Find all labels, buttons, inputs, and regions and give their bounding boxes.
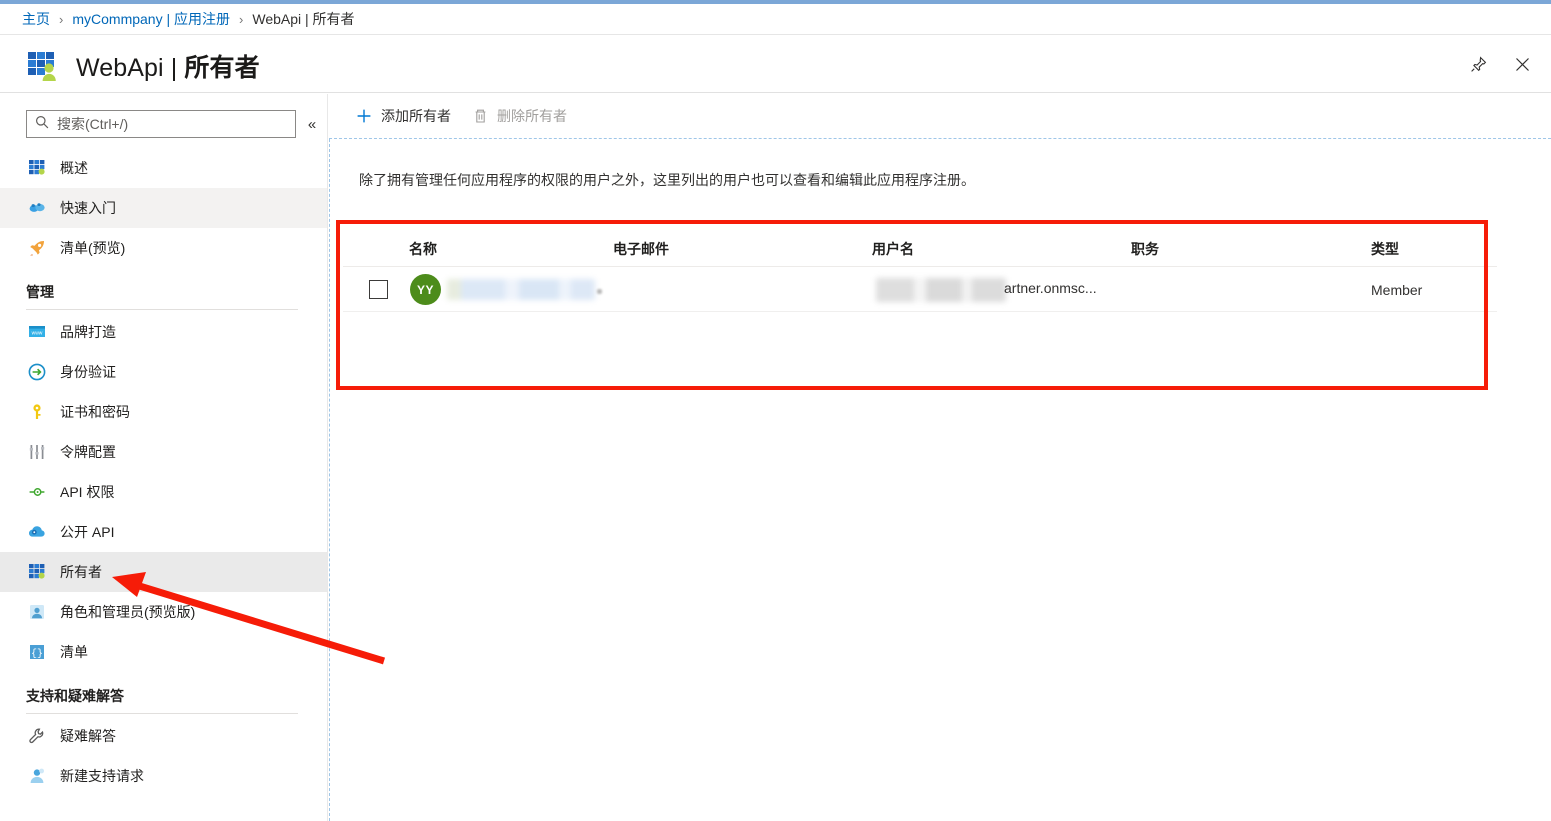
sidebar-item-manifest[interactable]: {} 清单 (0, 632, 327, 672)
sidebar-item-label: API 权限 (60, 484, 115, 500)
command-bar: 添加所有者 删除所有者 (329, 94, 1551, 139)
page-title-bold: 所有者 (184, 54, 260, 82)
sidebar-item-label: 身份验证 (60, 364, 116, 380)
sidebar-item-troubleshooting[interactable]: 疑难解答 (0, 716, 327, 756)
rocket-icon (26, 238, 48, 258)
cell-type: Member (1371, 281, 1423, 298)
sidebar-item-branding[interactable]: www 品牌打造 (0, 312, 327, 352)
owners-table-header: 名称 电子邮件 用户名 职务 类型 (343, 225, 1497, 267)
svg-text:{}: {} (31, 648, 43, 660)
sidebar-item-label: 新建支持请求 (60, 768, 144, 784)
page-title: WebApi | 所有者 (76, 48, 260, 84)
sidebar-item-quickstart[interactable]: 快速入门 (0, 188, 327, 228)
breadcrumb-home[interactable]: 主页 (22, 9, 50, 29)
quickstart-cloud-icon (26, 198, 48, 218)
svg-text:www: www (32, 331, 43, 337)
pin-icon[interactable] (1463, 49, 1493, 79)
sidebar-item-overview[interactable]: 概述 (0, 148, 327, 188)
token-sliders-icon (26, 442, 48, 462)
breadcrumb-separator-icon: › (59, 11, 64, 27)
sidebar-item-label: 清单 (60, 644, 88, 660)
sidebar-group-title-support: 支持和疑难解答 (26, 688, 124, 704)
plus-icon (356, 108, 372, 124)
add-owner-label: 添加所有者 (381, 108, 451, 124)
sidebar-item-label: 角色和管理员(预览版) (60, 604, 196, 620)
blade-header-actions (1463, 49, 1537, 79)
sidebar-item-label: 公开 API (60, 524, 115, 540)
sidebar-group-divider-2 (26, 713, 298, 714)
sidebar-item-label: 快速入门 (60, 200, 116, 216)
roles-admins-icon (26, 602, 48, 622)
owners-table: 名称 电子邮件 用户名 职务 类型 YY artner.onmsc... Mem… (343, 225, 1497, 393)
search-input[interactable] (55, 115, 289, 133)
column-header-type[interactable]: 类型 (1371, 239, 1399, 259)
redacted-name-value (447, 279, 595, 300)
branding-icon: www (26, 322, 48, 342)
sidebar-item-certificates-secrets[interactable]: 证书和密码 (0, 392, 327, 432)
delete-owner-label: 删除所有者 (497, 108, 567, 124)
manifest-icon: {} (26, 642, 48, 662)
sidebar-item-token-configuration[interactable]: 令牌配置 (0, 432, 327, 472)
key-icon (26, 402, 48, 422)
sidebar-nav-list: 概述 快速入门 清单(预览) 管理 www 品牌打造 身份验证 证书和密码 令牌… (0, 148, 327, 796)
wrench-icon (26, 726, 48, 746)
sidebar-item-label: 概述 (60, 160, 88, 176)
content-pane: 添加所有者 删除所有者 除了拥有管理任何应用程序的权限的用户之外，这里列出的用户… (329, 94, 1551, 821)
column-header-name[interactable]: 名称 (409, 239, 437, 259)
username-suffix: artner.onmsc... (1004, 280, 1097, 296)
sidebar-item-label: 品牌打造 (60, 324, 116, 340)
sidebar-item-label: 所有者 (60, 564, 102, 580)
sidebar-item-new-support-request[interactable]: 新建支持请求 (0, 756, 327, 796)
redacted-username-value (876, 278, 1006, 302)
redacted-name-trailing-dot (597, 289, 602, 294)
table-row[interactable]: YY artner.onmsc... Member (343, 267, 1497, 312)
owners-icon (26, 562, 48, 582)
page-title-main: WebApi | (76, 54, 185, 82)
support-person-icon (26, 766, 48, 786)
owners-description: 除了拥有管理任何应用程序的权限的用户之外，这里列出的用户也可以查看和编辑此应用程… (359, 172, 975, 188)
sidebar-item-label: 疑难解答 (60, 728, 116, 744)
search-icon (35, 115, 49, 134)
sidebar-item-label: 清单(预览) (60, 240, 126, 256)
blade-header: WebApi | 所有者 (0, 35, 1551, 93)
trash-icon (473, 108, 488, 124)
sidebar: « 概述 (0, 94, 328, 821)
breadcrumb: 主页 › myCommpany | 应用注册 › WebApi | 所有者 (0, 4, 1551, 35)
delete-owner-button[interactable]: 删除所有者 (473, 101, 567, 131)
expose-api-cloud-icon (26, 522, 48, 542)
azure-portal-blade: 主页 › myCommpany | 应用注册 › WebApi | 所有者 We… (0, 0, 1551, 821)
overview-grid-icon (26, 158, 48, 178)
sidebar-group-title-manage: 管理 (26, 284, 54, 300)
authentication-icon (26, 362, 48, 382)
breadcrumb-tenant[interactable]: myCommpany | 应用注册 (72, 9, 230, 29)
column-header-email[interactable]: 电子邮件 (613, 239, 669, 259)
app-registration-owners-icon (26, 49, 60, 83)
row-checkbox[interactable] (369, 280, 388, 299)
breadcrumb-current: WebApi | 所有者 (252, 11, 355, 27)
sidebar-item-label: 令牌配置 (60, 444, 116, 460)
avatar: YY (410, 274, 441, 305)
sidebar-item-api-permissions[interactable]: API 权限 (0, 472, 327, 512)
column-header-jobtitle[interactable]: 职务 (1131, 239, 1159, 259)
sidebar-item-owners[interactable]: 所有者 (0, 552, 327, 592)
sidebar-item-expose-api[interactable]: 公开 API (0, 512, 327, 552)
sidebar-item-roles-and-administrators[interactable]: 角色和管理员(预览版) (0, 592, 327, 632)
breadcrumb-separator-icon-2: › (239, 11, 244, 27)
sidebar-search-row: « (0, 107, 327, 141)
sidebar-item-checklist-preview[interactable]: 清单(预览) (0, 228, 327, 268)
api-permissions-icon (26, 482, 48, 502)
sidebar-group-divider (26, 309, 298, 310)
add-owner-button[interactable]: 添加所有者 (356, 101, 451, 131)
sidebar-item-label: 证书和密码 (60, 404, 130, 420)
sidebar-item-authentication[interactable]: 身份验证 (0, 352, 327, 392)
table-empty-space (343, 312, 1497, 358)
column-header-username[interactable]: 用户名 (872, 239, 914, 259)
search-box[interactable] (26, 110, 296, 138)
sidebar-collapse-icon[interactable]: « (302, 112, 322, 136)
close-icon[interactable] (1507, 49, 1537, 79)
